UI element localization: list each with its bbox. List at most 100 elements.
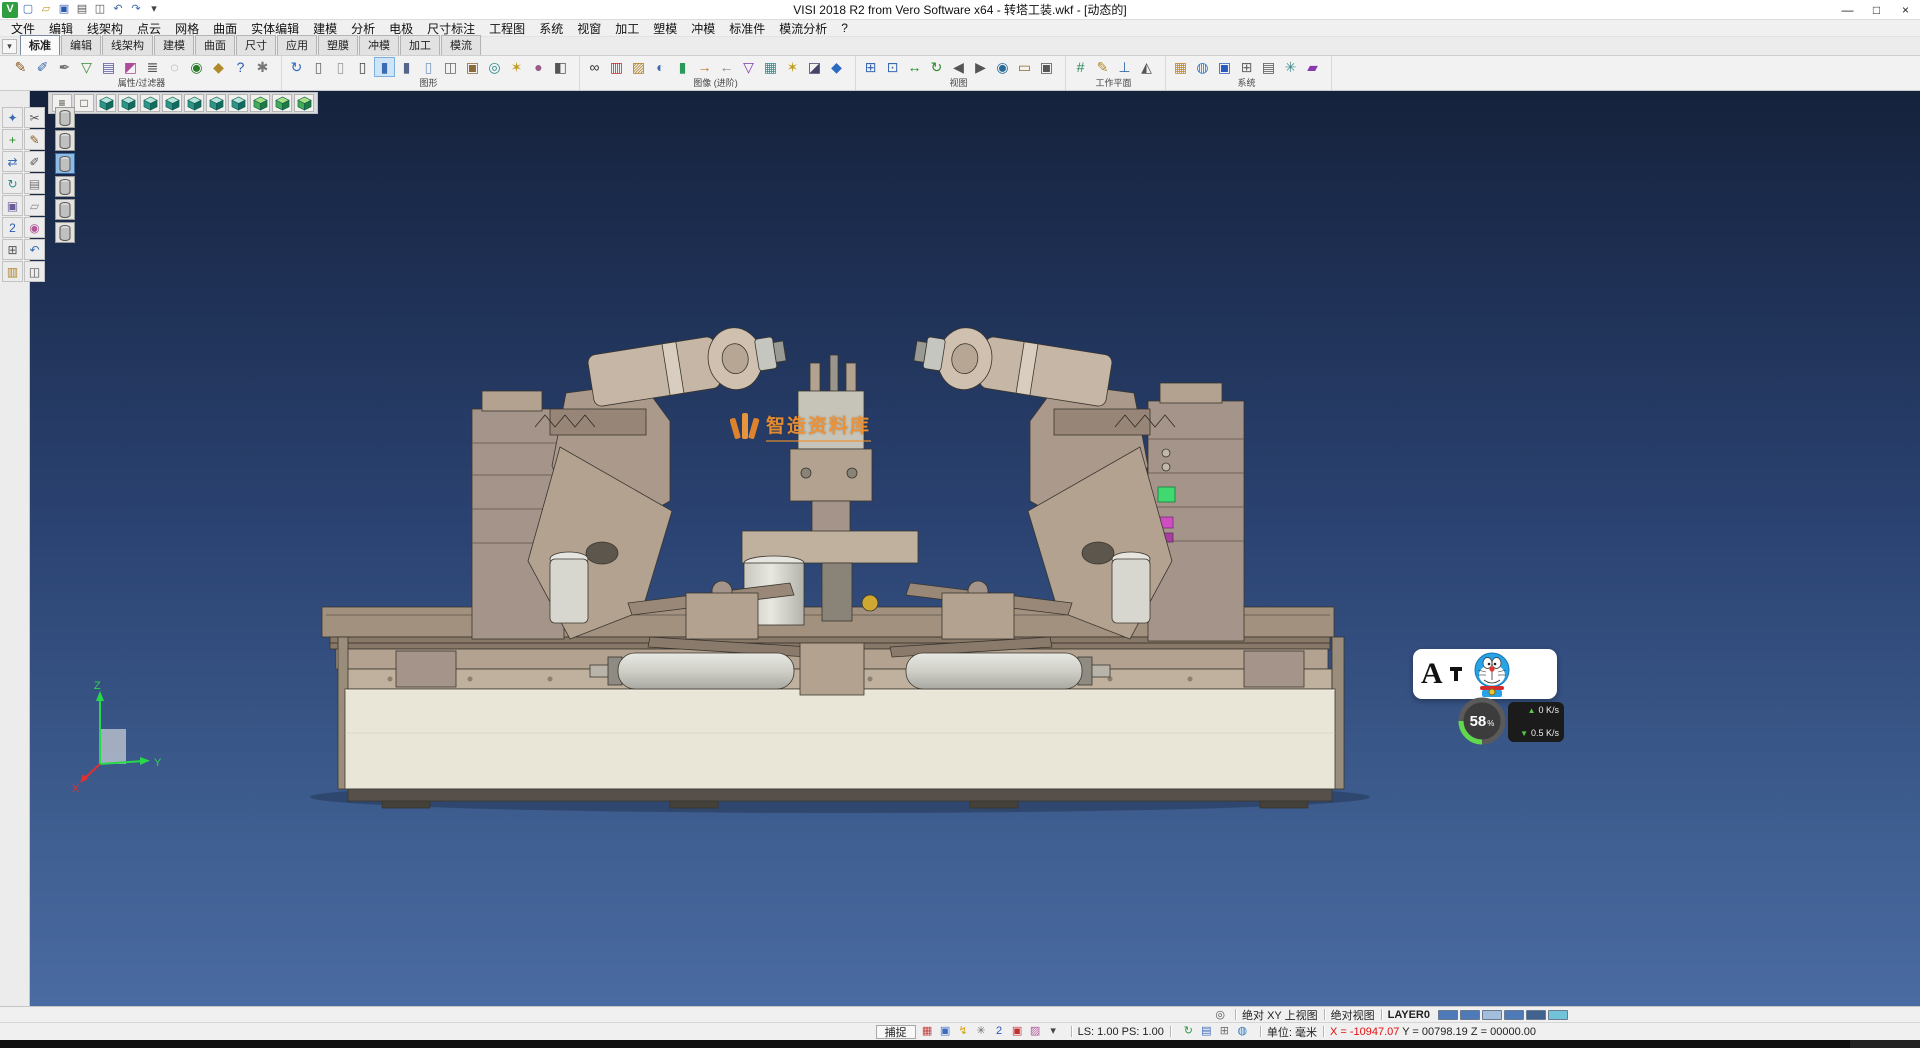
menu-item-2[interactable]: 线架构 (80, 20, 130, 36)
layer-name-label[interactable]: LAYER0 (1388, 1009, 1430, 1021)
cpu-usage-widget[interactable]: 58% (1457, 696, 1507, 746)
trim-icon[interactable]: ✂ (24, 107, 45, 128)
shaded-mode-button[interactable] (55, 153, 75, 174)
palette-icon[interactable]: ▨ (1028, 1024, 1043, 1039)
rgb-bars-icon[interactable]: ▥ (606, 57, 627, 77)
palette-adv-icon[interactable]: ▨ (628, 57, 649, 77)
print-icon[interactable]: ▤ (74, 2, 90, 18)
tab-10[interactable]: 模流 (441, 35, 481, 55)
absolute-view-label[interactable]: 绝对视图 (1331, 1007, 1375, 1023)
dashed-view-icon[interactable]: ▯ (352, 57, 373, 77)
wireframe-view-icon[interactable]: ▯ (308, 57, 329, 77)
lighting-icon[interactable]: ✶ (782, 57, 803, 77)
attr-filter-icon[interactable]: ▽ (76, 57, 97, 77)
view-bottom-icon[interactable] (228, 94, 248, 112)
ime-tool-icon[interactable] (1449, 666, 1463, 682)
tab-9[interactable]: 加工 (400, 35, 440, 55)
view-iso-se-icon[interactable] (294, 94, 314, 112)
menu-item-3[interactable]: 点云 (130, 20, 168, 36)
tab-3[interactable]: 建模 (154, 35, 194, 55)
workplane-edit-icon[interactable]: ✎ (1092, 57, 1113, 77)
snap-cross-icon[interactable]: + (2, 129, 23, 150)
sys-brush-icon[interactable]: ▰ (1302, 57, 1323, 77)
qat-dropdown-icon[interactable]: ▾ (146, 2, 162, 18)
hidden-line-mode-button[interactable] (55, 130, 75, 151)
menu-item-13[interactable]: 视窗 (570, 20, 608, 36)
menu-item-15[interactable]: 塑模 (646, 20, 684, 36)
section-view-icon[interactable]: ◧ (550, 57, 571, 77)
preview-icon[interactable]: ◫ (92, 2, 108, 18)
tab-6[interactable]: 应用 (277, 35, 317, 55)
tab-7[interactable]: 塑膜 (318, 35, 358, 55)
erase-icon[interactable]: ▱ (24, 195, 45, 216)
zoom-all-icon[interactable]: ⊡ (882, 57, 903, 77)
shaded-view-icon[interactable]: ▮ (374, 57, 395, 77)
attr-pen-icon[interactable]: ✒ (54, 57, 75, 77)
stereo-glasses-icon[interactable]: ∞ (584, 57, 605, 77)
rotate-view-icon[interactable]: ↻ (926, 57, 947, 77)
menu-item-0[interactable]: 文件 (4, 20, 42, 36)
redraw-icon[interactable]: ↻ (286, 57, 307, 77)
sys-globe-icon[interactable]: ◍ (1192, 57, 1213, 77)
select-wand-icon[interactable]: ✦ (2, 107, 23, 128)
menu-item-7[interactable]: 建模 (306, 20, 344, 36)
tab-0[interactable]: 标准 (20, 35, 60, 55)
shaded-edges-view-icon[interactable]: ▮ (396, 57, 417, 77)
view-iso-icon[interactable] (96, 94, 116, 112)
input-method-widget[interactable]: A (1413, 649, 1557, 699)
ghost-mode-button[interactable] (55, 199, 75, 220)
shading-quality-icon[interactable]: ◐ (650, 57, 671, 77)
monitor-icon[interactable]: ▣ (938, 1024, 953, 1039)
grid-toggle-icon[interactable]: ▦ (920, 1024, 935, 1039)
menu-item-19[interactable]: ? (834, 20, 855, 36)
transparent-view-icon[interactable]: ▯ (418, 57, 439, 77)
menu-item-10[interactable]: 尺寸标注 (420, 20, 482, 36)
view-right-icon[interactable] (162, 94, 182, 112)
tab-8[interactable]: 冲模 (359, 35, 399, 55)
fill-icon[interactable]: ◉ (24, 217, 45, 238)
attr-lock-icon[interactable]: ◆ (208, 57, 229, 77)
notes-icon[interactable]: ▤ (24, 173, 45, 194)
menu-item-8[interactable]: 分析 (344, 20, 382, 36)
sys-grid-icon[interactable]: ⊞ (1236, 57, 1257, 77)
attr-brush-icon[interactable]: ✎ (10, 57, 31, 77)
sketch-icon[interactable]: ✎ (24, 129, 45, 150)
transform-icon[interactable]: ⇄ (2, 151, 23, 172)
sys-screen-icon[interactable]: ▣ (1214, 57, 1235, 77)
palette-tool-icon[interactable]: ▥ (2, 261, 23, 282)
gear-icon[interactable]: ✳ (974, 1024, 989, 1039)
env-funnel-icon[interactable]: ▽ (738, 57, 759, 77)
menu-item-5[interactable]: 曲面 (206, 20, 244, 36)
section-mode-button[interactable] (55, 222, 75, 243)
snap-toggle-button[interactable]: 捕捉 (876, 1025, 916, 1039)
dynamic-view-icon[interactable]: ◎ (484, 57, 505, 77)
menu-item-4[interactable]: 网格 (168, 20, 206, 36)
visi-logo[interactable]: V (2, 2, 18, 18)
redo-icon[interactable]: ↷ (128, 2, 144, 18)
new-file-icon[interactable]: ▢ (20, 2, 36, 18)
undo-icon[interactable]: ↶ (110, 2, 126, 18)
pan-icon[interactable]: ↔ (904, 57, 925, 77)
menu-item-18[interactable]: 模流分析 (772, 20, 834, 36)
attr-query-icon[interactable]: ? (230, 57, 251, 77)
attr-color-icon[interactable]: ◩ (120, 57, 141, 77)
color-cylinder-icon[interactable]: ▮ (672, 57, 693, 77)
prev-view-icon[interactable]: ◀ (948, 57, 969, 77)
menu-item-1[interactable]: 编辑 (42, 20, 80, 36)
material-view-icon[interactable]: ● (528, 57, 549, 77)
view-iso-nw-icon[interactable] (272, 94, 292, 112)
render-gem-icon[interactable]: ◆ (826, 57, 847, 77)
red-box-icon[interactable]: ▣ (1010, 1024, 1025, 1039)
texture-icon[interactable]: ▦ (760, 57, 781, 77)
minimize-button[interactable]: — (1833, 0, 1862, 19)
view-front-icon[interactable] (140, 94, 160, 112)
menu-item-16[interactable]: 冲模 (684, 20, 722, 36)
annotate-icon[interactable]: ✐ (24, 151, 45, 172)
attr-layer-icon[interactable]: ▤ (98, 57, 119, 77)
undo-tool-icon[interactable]: ↶ (24, 239, 45, 260)
attr-show-icon[interactable]: ◉ (186, 57, 207, 77)
background-icon[interactable]: ◪ (804, 57, 825, 77)
tab-2[interactable]: 线架构 (102, 35, 153, 55)
menu-item-12[interactable]: 系统 (532, 20, 570, 36)
remove-material-icon[interactable]: ← (716, 57, 737, 77)
